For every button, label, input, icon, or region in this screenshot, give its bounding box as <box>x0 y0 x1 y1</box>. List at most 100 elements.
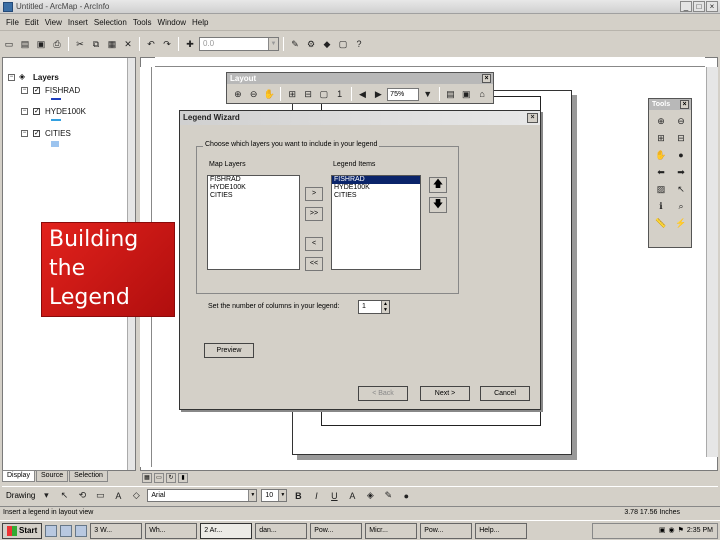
copy-icon[interactable]: ⧉ <box>89 37 103 51</box>
text-icon[interactable]: A <box>111 489 125 503</box>
fill-color-icon[interactable]: ◈ <box>363 489 377 503</box>
close-icon[interactable]: × <box>527 113 538 123</box>
list-item[interactable]: CITIES <box>208 192 299 200</box>
drawing-menu[interactable]: Drawing <box>6 491 35 500</box>
maximize-button[interactable]: □ <box>693 1 705 12</box>
move-down-button[interactable]: 🡇 <box>429 197 447 213</box>
bold-icon[interactable]: B <box>291 489 305 503</box>
menu-help[interactable]: Help <box>192 18 208 27</box>
taskbar-item[interactable]: Pow... <box>420 522 473 539</box>
layout-toolbar-title[interactable]: Layout × <box>227 73 493 84</box>
new-document-icon[interactable]: ▭ <box>2 37 16 51</box>
zoom-whole-page-icon[interactable]: ▢ <box>317 87 331 101</box>
chevron-down-icon[interactable]: ▼ <box>278 490 287 501</box>
arccatalog-icon[interactable]: ◆ <box>320 37 334 51</box>
command-line-icon[interactable]: ▢ <box>336 37 350 51</box>
preview-button[interactable]: Preview <box>204 343 254 358</box>
title-bar[interactable]: Untitled - ArcMap - ArcInfo _ □ × <box>0 0 720 14</box>
back-button[interactable]: < Back <box>358 386 408 401</box>
map-scale-combo[interactable]: 0.0 ▼ <box>199 37 279 51</box>
select-elements-icon[interactable]: ↖ <box>57 489 71 503</box>
taskbar-item[interactable]: 2 Ar... <box>200 522 253 539</box>
collapse-icon[interactable]: − <box>21 108 28 115</box>
select-features-icon[interactable]: ▨ <box>654 182 668 196</box>
layout-vertical-scrollbar[interactable] <box>706 67 718 457</box>
layout-view-icon[interactable]: ▭ <box>154 473 164 483</box>
taskbar-item[interactable]: Wh... <box>145 522 198 539</box>
taskbar-item[interactable]: Micr... <box>365 522 418 539</box>
list-item[interactable]: HYDE100K <box>208 184 299 192</box>
quick-launch-icon[interactable] <box>60 524 73 537</box>
tray-icon[interactable]: ⚑ <box>678 524 684 538</box>
tray-icon[interactable]: ◉ <box>669 524 675 538</box>
list-item[interactable]: HYDE100K <box>332 184 420 192</box>
close-icon[interactable]: × <box>482 74 491 83</box>
chevron-down-icon[interactable]: ▾ <box>39 489 53 503</box>
remove-layer-button[interactable]: < <box>305 237 323 251</box>
underline-icon[interactable]: U <box>327 489 341 503</box>
refresh-icon[interactable]: ↻ <box>166 473 176 483</box>
tools-toolbar-title[interactable]: Tools × <box>649 99 691 110</box>
edit-vertices-icon[interactable]: ◇ <box>129 489 143 503</box>
menu-window[interactable]: Window <box>158 18 186 27</box>
toc-layer-fishrad[interactable]: FISHRAD <box>45 86 80 95</box>
forward-extent-icon[interactable]: ➡ <box>674 165 688 179</box>
tab-source[interactable]: Source <box>35 470 69 482</box>
measure-icon[interactable]: 📏 <box>654 216 668 230</box>
toc-layer-hyde100k[interactable]: HYDE100K <box>45 107 86 116</box>
legend-items-listbox[interactable]: FISHRAD HYDE100K CITIES <box>331 175 421 270</box>
redo-icon[interactable]: ↷ <box>160 37 174 51</box>
tray-icon[interactable]: ▣ <box>659 524 666 538</box>
taskbar-item[interactable]: Pow... <box>310 522 363 539</box>
zoom-out-layout-icon[interactable]: ⊖ <box>247 87 261 101</box>
next-extent-icon[interactable]: ▶ <box>371 87 385 101</box>
clock[interactable]: 2:35 PM <box>687 524 713 538</box>
data-view-icon[interactable]: ▦ <box>142 473 152 483</box>
collapse-icon[interactable]: − <box>21 87 28 94</box>
fixed-zoom-out-icon[interactable]: ⊟ <box>674 131 688 145</box>
zoom-percent-combo[interactable]: 75% <box>387 87 419 101</box>
arctoolbox-icon[interactable]: ⚙ <box>304 37 318 51</box>
collapse-icon[interactable]: − <box>21 130 28 137</box>
zoom-100-percent-icon[interactable]: 1 <box>333 87 347 101</box>
start-button[interactable]: Start <box>2 522 43 539</box>
pause-drawing-icon[interactable]: ▮ <box>178 473 188 483</box>
taskbar-item[interactable]: Help... <box>475 522 528 539</box>
columns-spinner[interactable]: 1 ▲ ▼ <box>358 300 390 314</box>
list-item[interactable]: FISHRAD <box>208 176 299 184</box>
add-layer-button[interactable]: > <box>305 187 323 201</box>
menu-insert[interactable]: Insert <box>68 18 88 27</box>
italic-icon[interactable]: I <box>309 489 323 503</box>
tab-selection[interactable]: Selection <box>69 470 108 482</box>
close-button[interactable]: × <box>706 1 718 12</box>
print-icon[interactable]: ⎙ <box>50 37 64 51</box>
font-size-combo[interactable]: 10 ▼ <box>261 489 288 502</box>
fixed-zoom-in-icon[interactable]: ⊞ <box>654 131 668 145</box>
toggle-draft-mode-icon[interactable]: ▤ <box>444 87 458 101</box>
minimize-button[interactable]: _ <box>680 1 692 12</box>
map-layers-listbox[interactable]: FISHRAD HYDE100K CITIES <box>207 175 300 270</box>
fixed-zoom-out-icon[interactable]: ⊟ <box>301 87 315 101</box>
editor-toolbar-icon[interactable]: ✎ <box>288 37 302 51</box>
cut-icon[interactable]: ✂ <box>73 37 87 51</box>
delete-icon[interactable]: ✕ <box>121 37 135 51</box>
layer-visibility-checkbox[interactable]: ✓ <box>33 130 40 137</box>
undo-icon[interactable]: ↶ <box>144 37 158 51</box>
hyperlink-icon[interactable]: ⚡ <box>674 216 688 230</box>
font-name-combo[interactable]: Arial ▼ <box>147 489 258 502</box>
zoom-in-layout-icon[interactable]: ⊕ <box>231 87 245 101</box>
legend-wizard-titlebar[interactable]: Legend Wizard × <box>180 111 540 125</box>
list-item-selected[interactable]: FISHRAD <box>332 176 420 184</box>
previous-extent-icon[interactable]: ◀ <box>356 87 370 101</box>
whats-this-help-icon[interactable]: ? <box>352 37 366 51</box>
taskbar-item[interactable]: 3 W... <box>90 522 143 539</box>
chevron-down-icon[interactable]: ▼ <box>421 87 435 101</box>
zoom-out-icon[interactable]: ⊖ <box>674 114 688 128</box>
save-icon[interactable]: ▣ <box>34 37 48 51</box>
collapse-icon[interactable]: − <box>8 74 15 81</box>
find-icon[interactable]: ⌕ <box>674 199 688 213</box>
cancel-button[interactable]: Cancel <box>480 386 530 401</box>
marker-color-icon[interactable]: ● <box>399 489 413 503</box>
pan-icon[interactable]: ✋ <box>654 148 668 162</box>
layer-visibility-checkbox[interactable]: ✓ <box>33 87 40 94</box>
